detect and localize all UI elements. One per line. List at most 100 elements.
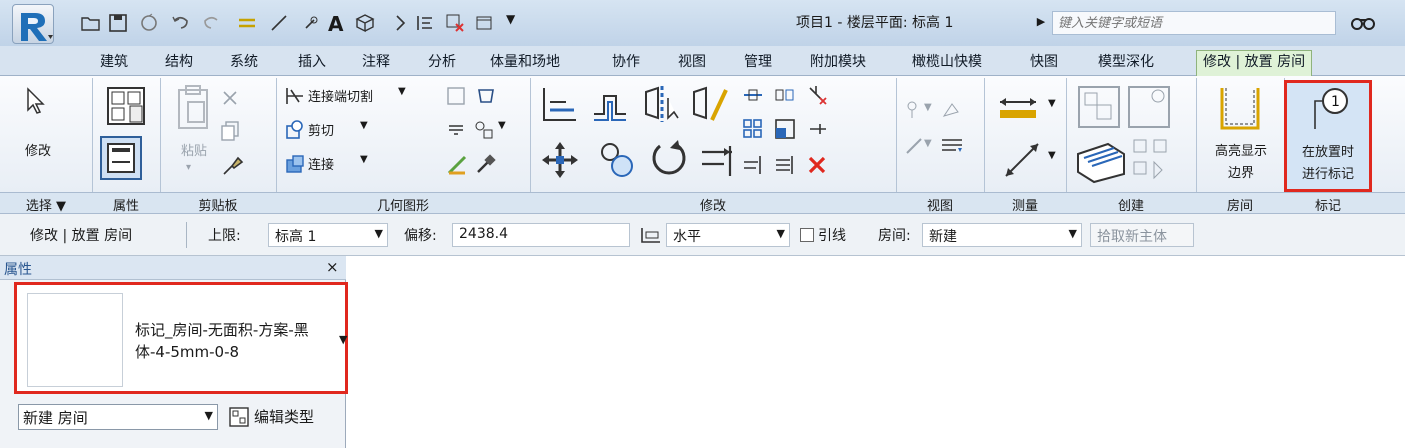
upper-limit-select[interactable]: 标高 1 ▼ bbox=[268, 223, 388, 247]
undo-icon[interactable] bbox=[170, 12, 192, 34]
paint-icon[interactable] bbox=[446, 120, 466, 144]
split-element-icon[interactable] bbox=[806, 84, 828, 110]
join-geometry-button[interactable]: 连接 bbox=[308, 154, 334, 173]
tab-annotate[interactable]: 注释 bbox=[362, 51, 390, 75]
mirror-pick-axis-icon[interactable] bbox=[642, 84, 682, 128]
create-similar-icon[interactable] bbox=[1126, 84, 1172, 134]
delete-icon[interactable] bbox=[806, 154, 828, 180]
copy-small-icon[interactable] bbox=[774, 86, 796, 108]
tab-olive-quick-model[interactable]: 橄榄山快模 bbox=[912, 51, 982, 75]
room-select[interactable]: 新建 ▼ bbox=[922, 223, 1082, 247]
create-parts-icon[interactable] bbox=[1074, 134, 1128, 188]
edit-type-button[interactable]: 编辑类型 bbox=[254, 406, 314, 427]
join-geometry-dropdown-icon[interactable]: ▼ bbox=[360, 154, 368, 165]
offset-input[interactable]: 2438.4 bbox=[452, 223, 630, 247]
save-icon[interactable] bbox=[107, 12, 129, 34]
hide-element-icon[interactable] bbox=[904, 100, 924, 124]
tab-view[interactable]: 视图 bbox=[678, 51, 706, 75]
switch-windows-icon[interactable] bbox=[474, 12, 496, 34]
remove-paint-icon[interactable] bbox=[446, 154, 468, 180]
trim-extend-icon[interactable] bbox=[700, 140, 740, 184]
highlight-boundaries-label-2[interactable]: 边界 bbox=[1198, 162, 1284, 181]
rotate-icon[interactable] bbox=[648, 138, 690, 184]
scale-icon[interactable] bbox=[774, 118, 796, 144]
tag-on-placement-button[interactable]: 1 在放置时 进行标记 bbox=[1284, 80, 1372, 192]
type-selector[interactable]: 标记_房间-无面积-方案-黑体-4-5mm-0-8 ▼ bbox=[14, 282, 348, 394]
cut-icon[interactable] bbox=[220, 88, 240, 112]
tab-quick-drawing[interactable]: 快图 bbox=[1030, 51, 1058, 75]
tab-analyze[interactable]: 分析 bbox=[428, 51, 456, 75]
dimension-dropdown-icon[interactable]: ▼ bbox=[1048, 150, 1056, 161]
dimension-icon[interactable] bbox=[300, 12, 322, 34]
match-properties-icon[interactable] bbox=[220, 154, 244, 182]
close-hidden-icon[interactable] bbox=[444, 12, 466, 34]
type-properties-icon[interactable] bbox=[104, 84, 148, 132]
modify-button[interactable]: 修改 bbox=[10, 140, 66, 159]
hammer-icon[interactable] bbox=[474, 154, 496, 180]
demolish-icon[interactable] bbox=[474, 120, 496, 144]
aligned-dimension-icon[interactable] bbox=[1000, 138, 1044, 186]
split-face-icon[interactable] bbox=[476, 86, 496, 110]
tab-systems[interactable]: 系统 bbox=[230, 51, 258, 75]
align-icon[interactable] bbox=[414, 12, 436, 34]
align-tool-icon[interactable] bbox=[540, 84, 580, 128]
mirror-draw-axis-icon[interactable] bbox=[690, 84, 730, 128]
join-cut-icon[interactable] bbox=[285, 86, 305, 110]
redo-icon[interactable] bbox=[200, 12, 222, 34]
application-menu-button[interactable] bbox=[12, 4, 54, 44]
cut-geometry-dropdown-icon[interactable]: ▼ bbox=[360, 120, 368, 131]
create-group-icon[interactable] bbox=[1076, 84, 1122, 134]
orientation-select[interactable]: 水平 ▼ bbox=[666, 223, 790, 247]
thin-lines-icon[interactable] bbox=[236, 12, 258, 34]
pick-new-host-button[interactable]: 拾取新主体 bbox=[1090, 223, 1194, 247]
section-icon[interactable] bbox=[386, 12, 408, 34]
array-icon[interactable] bbox=[742, 118, 764, 144]
wall-joins-icon[interactable] bbox=[446, 86, 466, 110]
modify-cursor-icon[interactable] bbox=[22, 86, 48, 120]
open-icon[interactable] bbox=[80, 12, 102, 34]
tab-structure[interactable]: 结构 bbox=[165, 51, 193, 75]
override-graphics-icon[interactable] bbox=[940, 100, 962, 124]
create-assembly-icon[interactable] bbox=[1130, 136, 1170, 184]
move-small-icon[interactable] bbox=[742, 86, 764, 108]
copy-icon[interactable] bbox=[220, 120, 240, 146]
tab-collaborate[interactable]: 协作 bbox=[612, 51, 640, 75]
measure-icon[interactable] bbox=[268, 12, 290, 34]
join-cut-button[interactable]: 连接端切割 bbox=[308, 86, 373, 105]
close-icon[interactable]: × bbox=[326, 258, 339, 276]
linework-icon[interactable] bbox=[904, 136, 924, 160]
paste-icon[interactable] bbox=[176, 84, 210, 136]
pin-icon[interactable] bbox=[806, 118, 828, 144]
tab-addins[interactable]: 附加模块 bbox=[810, 51, 866, 75]
tab-model-detail[interactable]: 模型深化 bbox=[1098, 51, 1154, 75]
text-icon[interactable]: A bbox=[328, 12, 350, 36]
edit-type-icon[interactable] bbox=[228, 406, 250, 432]
measure-dropdown-icon[interactable]: ▼ bbox=[1048, 98, 1056, 109]
hide-dropdown-icon[interactable]: ▼ bbox=[924, 102, 932, 113]
demolish-dropdown-icon[interactable]: ▼ bbox=[498, 120, 506, 131]
copy-tool-icon[interactable] bbox=[598, 140, 638, 184]
move-icon[interactable] bbox=[540, 140, 580, 184]
tab-modify-place-room[interactable]: 修改 | 放置 房间 bbox=[1196, 50, 1313, 77]
search-input[interactable] bbox=[1052, 11, 1336, 35]
search-expand-icon[interactable]: ▶ bbox=[1034, 14, 1048, 30]
panel-select-label[interactable]: 选择 ▼ bbox=[0, 195, 92, 214]
tab-manage[interactable]: 管理 bbox=[744, 51, 772, 75]
cut-geometry-icon[interactable] bbox=[285, 120, 305, 144]
customize-qat-icon[interactable]: ▼ bbox=[506, 12, 528, 34]
tab-massing-site[interactable]: 体量和场地 bbox=[490, 51, 560, 75]
highlight-boundaries-icon[interactable] bbox=[1218, 84, 1262, 138]
join-geometry-icon[interactable] bbox=[285, 154, 305, 178]
properties-toggle-icon[interactable] bbox=[100, 136, 142, 184]
linework-dropdown-icon[interactable]: ▼ bbox=[924, 138, 932, 149]
chevron-down-icon[interactable]: ▼ bbox=[339, 333, 347, 346]
join-cut-dropdown-icon[interactable]: ▼ bbox=[398, 86, 406, 97]
3d-view-icon[interactable] bbox=[354, 12, 376, 34]
tab-architecture[interactable]: 建筑 bbox=[100, 51, 128, 75]
cut-geometry-button[interactable]: 剪切 bbox=[308, 120, 334, 139]
highlight-boundaries-label-1[interactable]: 高亮显示 bbox=[1198, 140, 1284, 159]
offset-icon[interactable] bbox=[590, 84, 630, 128]
instance-filter-select[interactable]: 新建 房间 ▼ bbox=[18, 404, 218, 430]
trim-multi-icon[interactable] bbox=[742, 154, 764, 180]
leader-checkbox[interactable] bbox=[800, 228, 814, 242]
